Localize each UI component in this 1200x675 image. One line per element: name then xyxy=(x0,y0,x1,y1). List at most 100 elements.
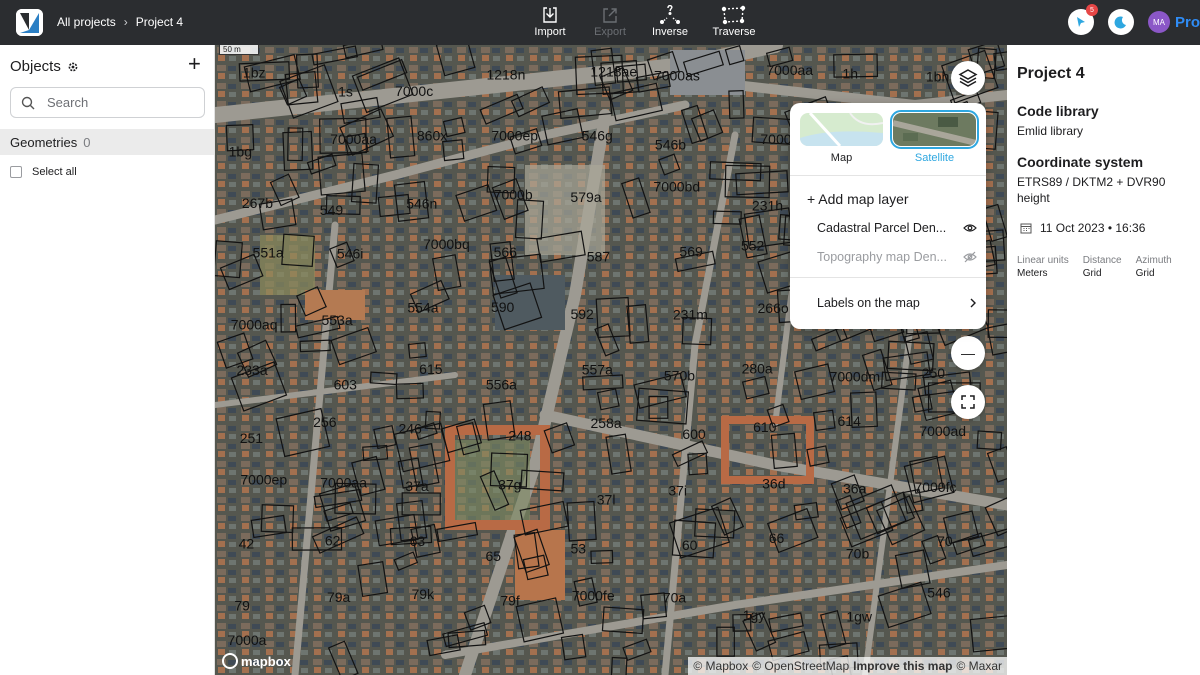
parcel-label: 7000ep xyxy=(491,128,538,144)
add-object-button[interactable]: + xyxy=(188,53,201,75)
select-all-row[interactable]: Select all xyxy=(10,166,77,178)
parcel-label: 546n xyxy=(406,195,437,211)
calendar-icon xyxy=(1020,223,1032,234)
traverse-icon xyxy=(721,4,747,26)
parcel-label: 557a xyxy=(582,362,613,378)
parcel-label: 860x xyxy=(417,128,447,144)
code-library-heading: Code library xyxy=(1017,103,1099,119)
satellite-thumbnail xyxy=(890,110,979,149)
coordinate-system-value: ETRS89 / DKTM2 + DVR90 height xyxy=(1017,175,1166,205)
parcel-label: 70 xyxy=(937,533,953,549)
parcel-label: 1bg xyxy=(229,143,252,159)
notifications-button[interactable]: 5 xyxy=(1067,4,1098,35)
parcel-label: 79k xyxy=(411,586,435,602)
parcel-label: 546 xyxy=(927,585,951,601)
import-button[interactable]: Import xyxy=(524,4,576,42)
parcel-label: 42 xyxy=(239,535,255,551)
parcel-label: 556a xyxy=(486,377,517,393)
export-button[interactable]: Export xyxy=(584,4,636,42)
parcel-label: 79 xyxy=(234,597,250,613)
parcel-label: 267b xyxy=(242,195,273,211)
cursor-icon xyxy=(1076,17,1085,27)
distance-value: Grid xyxy=(1082,268,1102,279)
parcel-label: 615 xyxy=(419,361,443,377)
linear-units-value: Meters xyxy=(1017,268,1048,279)
parcel-label: 1bz xyxy=(243,65,266,81)
parcel-label: 7000aq xyxy=(231,317,278,333)
azimuth-value: Grid xyxy=(1135,268,1155,279)
avatar[interactable]: MA xyxy=(1147,11,1170,33)
eye-off-icon[interactable] xyxy=(963,251,977,263)
objects-header: Objects xyxy=(10,58,79,75)
inverse-button[interactable]: Inverse xyxy=(644,4,696,42)
project-date-value: 11 Oct 2023 • 16:36 xyxy=(1040,221,1146,235)
parcel-label: 1bh xyxy=(926,69,949,85)
units-row: Linear units Meters Distance Grid Azimut… xyxy=(1017,255,1200,279)
parcel-label: 79f xyxy=(500,593,520,609)
azimuth-units: Azimuth Grid xyxy=(1136,255,1172,279)
parcel-label: 7000aa xyxy=(330,131,377,147)
parcel-label: 603 xyxy=(334,377,358,393)
minus-icon: — xyxy=(961,345,975,361)
basemap-satellite-option[interactable]: Satellite xyxy=(890,110,979,164)
attribution-mapbox[interactable]: © Mapbox xyxy=(693,659,748,673)
parcel-label: 66 xyxy=(769,530,785,546)
export-label: Export xyxy=(594,26,626,38)
select-all-checkbox[interactable] xyxy=(10,166,22,178)
layer-item-cadastral[interactable]: Cadastral Parcel Den... xyxy=(817,221,977,235)
parcel-label: 614 xyxy=(838,413,862,429)
parcel-label: 36a xyxy=(843,480,867,496)
parcel-label: 79a xyxy=(327,589,351,605)
search-input[interactable] xyxy=(47,95,177,110)
mapbox-logo[interactable]: mapbox xyxy=(222,653,291,669)
layers-button[interactable] xyxy=(951,61,985,95)
parcel-label: 1h xyxy=(842,66,858,82)
basemap-map-option[interactable]: Map xyxy=(800,113,883,164)
parcel-label: 258a xyxy=(590,415,621,431)
parcel-label: 570b xyxy=(664,367,695,383)
app-logo[interactable] xyxy=(16,9,43,36)
eye-icon[interactable] xyxy=(963,223,977,233)
objects-panel: Objects + Geometries 0 Select all xyxy=(0,45,215,675)
theme-toggle-button[interactable] xyxy=(1107,9,1134,35)
objects-title: Objects xyxy=(10,58,61,75)
layer-item-topography[interactable]: Topography map Den... xyxy=(817,250,977,264)
map-thumbnail xyxy=(800,113,883,146)
linear-units-key: Linear units xyxy=(1017,255,1069,266)
parcel-label: 610 xyxy=(753,419,777,435)
divider xyxy=(790,277,986,278)
add-map-layer-button[interactable]: + Add map layer xyxy=(807,191,909,207)
parcel-label: 554a xyxy=(407,300,438,316)
parcel-label: 70b xyxy=(846,546,870,562)
parcel-label: 37g xyxy=(498,476,521,492)
parcel-label: 566 xyxy=(494,244,518,260)
labels-on-map-row[interactable]: Labels on the map xyxy=(817,296,977,310)
export-icon xyxy=(601,4,619,26)
select-all-label: Select all xyxy=(32,166,77,178)
breadcrumb-all-projects[interactable]: All projects xyxy=(57,15,116,29)
parcel-label: 246 xyxy=(398,421,422,437)
gear-icon[interactable] xyxy=(67,61,79,73)
geometries-row[interactable]: Geometries 0 xyxy=(0,129,214,155)
fullscreen-button[interactable] xyxy=(951,385,985,419)
parcel-label: 53 xyxy=(571,541,587,557)
parcel-label: 7000b xyxy=(494,187,533,203)
code-library-value: Emlid library xyxy=(1017,124,1084,138)
parcel-label: 546g xyxy=(582,127,613,143)
parcel-label: 7000as xyxy=(654,68,700,84)
parcel-label: 231h xyxy=(752,198,783,214)
parcel-label: 37a xyxy=(405,478,429,494)
azimuth-key: Azimuth xyxy=(1135,255,1172,266)
top-bar: All projects › Project 4 Import Export I… xyxy=(0,0,1200,45)
attribution-osm[interactable]: © OpenStreetMap xyxy=(752,659,849,673)
parcel-label: 7000dm xyxy=(830,369,881,385)
traverse-button[interactable]: Traverse xyxy=(704,4,764,42)
attribution-maxar[interactable]: © Maxar xyxy=(956,659,1002,673)
parcel-label: 7000fc xyxy=(914,479,956,495)
parcel-label: 62 xyxy=(325,533,341,549)
mapbox-label: mapbox xyxy=(241,653,291,669)
improve-map-link[interactable]: Improve this map xyxy=(853,659,952,673)
scale-bar: 50 m xyxy=(219,45,259,55)
project-title: Project 4 xyxy=(1017,65,1085,82)
zoom-out-button[interactable]: — xyxy=(951,336,985,370)
